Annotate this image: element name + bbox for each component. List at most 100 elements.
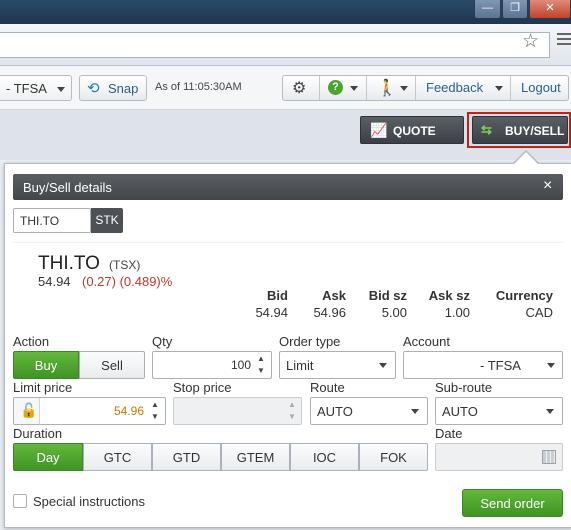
subroute-value: AUTO xyxy=(442,404,478,419)
currency-value: CAD xyxy=(525,305,553,320)
ask-value: 54.96 xyxy=(313,305,346,320)
special-instructions-label: Special instructions xyxy=(33,494,145,509)
ask-size-value: 1.00 xyxy=(444,305,470,320)
buy-toggle[interactable]: Buy xyxy=(13,351,79,379)
duration-label: Duration xyxy=(13,426,63,441)
buysell-label: BUY/SELL xyxy=(505,124,565,138)
increment-icon: ▲ xyxy=(288,400,296,409)
account-label: Account xyxy=(403,334,450,349)
duration-gtc[interactable]: GTC xyxy=(83,443,152,471)
bid-size-value: 5.00 xyxy=(381,305,407,320)
order-type-value: Limit xyxy=(286,358,314,373)
limit-price-value: 54.96 xyxy=(113,404,144,418)
decrement-icon[interactable]: ▼ xyxy=(151,412,159,421)
snap-label: Snap xyxy=(108,81,139,96)
quote-exchange: (TSX) xyxy=(109,258,141,272)
quote-button[interactable]: 📈 QUOTE xyxy=(360,116,464,144)
chevron-down-icon xyxy=(546,409,554,414)
duration-gtd[interactable]: GTD xyxy=(152,443,221,471)
security-type-badge: STK xyxy=(91,208,123,233)
increment-icon[interactable]: ▲ xyxy=(257,354,265,363)
duration-ioc[interactable]: IOC xyxy=(290,443,359,471)
app-toolbar: - TFSA ⟲ Snap As of 11:05:30AM ⚙ ? 🚶 Fee… xyxy=(0,66,571,110)
logout-label: Logout xyxy=(521,80,561,95)
route-label: Route xyxy=(310,380,345,395)
account-dropdown[interactable]: - TFSA xyxy=(0,75,72,101)
stop-price-label: Stop price xyxy=(173,380,232,395)
action-label: Action xyxy=(13,334,50,349)
account-select-value: - TFSA xyxy=(480,358,521,373)
person-walking-icon: 🚶 xyxy=(377,80,397,97)
special-instructions-checkbox[interactable] xyxy=(13,494,27,508)
calendar-icon xyxy=(542,450,556,464)
feedback-label: Feedback xyxy=(426,80,484,95)
bid-size-header: Bid sz xyxy=(368,288,407,303)
bookmark-star-icon[interactable]: ☆ xyxy=(522,30,539,53)
duration-day[interactable]: Day xyxy=(13,443,83,471)
panel-pointer-inner xyxy=(514,152,538,164)
lock-toggle[interactable]: 🔓 xyxy=(14,398,40,424)
qty-value: 100 xyxy=(230,358,251,372)
minimize-icon: — xyxy=(482,2,493,14)
order-type-select[interactable]: Limit xyxy=(279,351,396,379)
route-select[interactable]: AUTO xyxy=(310,397,428,425)
refresh-icon: ⟲ xyxy=(87,80,100,97)
quote-last-price: 54.94 xyxy=(38,274,71,289)
route-value: AUTO xyxy=(317,404,353,419)
quote-label: QUOTE xyxy=(393,124,436,138)
maximize-icon: ❐ xyxy=(510,2,520,14)
ask-header: Ask xyxy=(322,288,346,303)
limit-price-stepper[interactable]: 🔓 54.96 ▲ ▼ xyxy=(13,397,166,425)
browser-menu-icon[interactable] xyxy=(555,30,571,48)
chevron-down-icon xyxy=(547,363,555,368)
account-select[interactable]: - TFSA xyxy=(403,351,563,379)
ask-size-header: Ask sz xyxy=(428,288,470,303)
account-dropdown-value: - TFSA xyxy=(6,81,47,96)
maximize-button[interactable]: ❐ xyxy=(502,0,528,19)
panel-header: Buy/Sell details × xyxy=(13,174,563,200)
increment-icon[interactable]: ▲ xyxy=(151,400,159,409)
symbol-input[interactable]: THI.TO xyxy=(13,208,91,233)
quote-change: (0.27) (0.489)% xyxy=(82,274,173,289)
chevron-down-icon xyxy=(57,87,65,92)
close-window-button[interactable]: ✕ xyxy=(529,0,571,19)
decrement-icon[interactable]: ▼ xyxy=(257,366,265,375)
send-order-button[interactable]: Send order xyxy=(462,489,563,517)
panel-close-icon[interactable]: × xyxy=(543,177,552,195)
window-titlebar: — ❐ ✕ xyxy=(0,0,571,24)
order-type-label: Order type xyxy=(279,334,341,349)
subroute-label: Sub-route xyxy=(435,380,493,395)
subroute-select[interactable]: AUTO xyxy=(435,397,563,425)
exchange-icon: ⇆ xyxy=(481,122,492,137)
feedback-button[interactable]: Feedback xyxy=(416,76,510,100)
as-of-timestamp: As of 11:05:30AM xyxy=(155,81,242,93)
duration-fok[interactable]: FOK xyxy=(359,443,428,471)
settings-button[interactable]: ⚙ xyxy=(283,76,319,100)
chevron-down-icon xyxy=(495,86,503,91)
chevron-down-icon xyxy=(350,86,358,91)
date-picker xyxy=(435,443,563,471)
buysell-button[interactable]: ⇆ BUY/SELL xyxy=(472,116,568,144)
currency-header: Currency xyxy=(495,288,553,303)
panel-title: Buy/Sell details xyxy=(23,180,112,195)
help-button[interactable]: ? xyxy=(320,76,366,100)
chevron-down-icon xyxy=(379,363,387,368)
bid-header: Bid xyxy=(267,288,288,303)
qty-stepper[interactable]: 100 ▲ ▼ xyxy=(152,351,272,379)
browser-address-bar xyxy=(0,24,571,66)
quote-block: THI.TO (TSX) 54.94 (0.27) (0.489)% Bid A… xyxy=(13,242,563,328)
snap-button[interactable]: ⟲ Snap xyxy=(79,75,147,101)
url-input[interactable] xyxy=(0,32,550,58)
quote-symbol: THI.TO xyxy=(38,253,100,274)
qty-label: Qty xyxy=(152,334,173,349)
duration-gtem[interactable]: GTEM xyxy=(221,443,290,471)
chevron-down-icon xyxy=(411,409,419,414)
minimize-button[interactable]: — xyxy=(474,0,501,19)
sell-toggle[interactable]: Sell xyxy=(79,351,145,379)
date-label: Date xyxy=(435,426,463,441)
stop-price-stepper: ▲ ▼ xyxy=(173,397,302,425)
logout-button[interactable]: Logout xyxy=(511,76,569,100)
gears-icon: ⚙ xyxy=(292,80,307,97)
close-icon: ✕ xyxy=(545,2,555,14)
walkthrough-button[interactable]: 🚶 xyxy=(367,76,415,100)
